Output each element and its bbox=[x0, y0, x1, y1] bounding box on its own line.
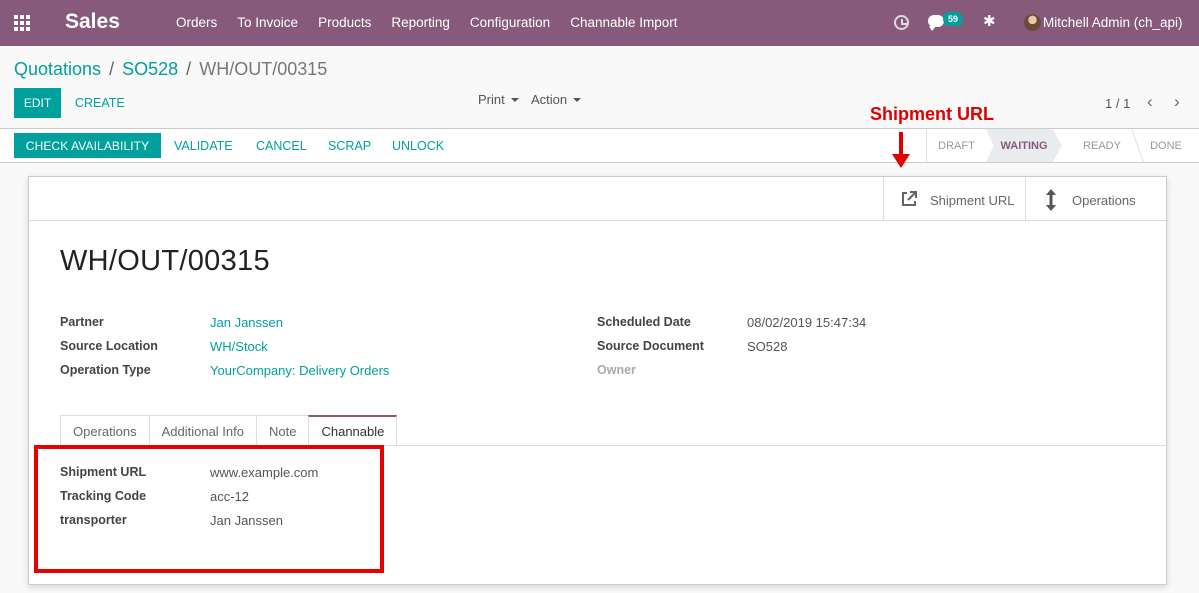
status-done[interactable]: DONE bbox=[1138, 129, 1194, 162]
pager-value: 1 / 1 bbox=[1105, 96, 1131, 111]
annotation-arrow-head bbox=[892, 154, 910, 168]
cancel-button[interactable]: CANCEL bbox=[256, 139, 307, 153]
action-dropdown[interactable]: Action bbox=[531, 92, 582, 107]
breadcrumb-separator: / bbox=[186, 59, 192, 79]
action-label: Action bbox=[531, 92, 568, 107]
avatar[interactable] bbox=[1024, 14, 1041, 31]
source-document-value: SO528 bbox=[747, 339, 788, 354]
user-menu[interactable]: Mitchell Admin (ch_api) bbox=[1043, 15, 1183, 30]
operation-type-label: Operation Type bbox=[60, 363, 151, 377]
tab-additional-info[interactable]: Additional Info bbox=[148, 415, 257, 446]
source-location-label: Source Location bbox=[60, 339, 158, 353]
breadcrumb-current: WH/OUT/00315 bbox=[199, 59, 328, 79]
pager-previous-icon[interactable]: ‹ bbox=[1147, 93, 1153, 110]
scheduled-date-value: 08/02/2019 15:47:34 bbox=[747, 315, 867, 330]
menu-item-channable-import[interactable]: Channable Import bbox=[560, 0, 687, 46]
tab-operations[interactable]: Operations bbox=[60, 415, 150, 446]
create-button[interactable]: CREATE bbox=[75, 96, 125, 110]
caret-down-icon bbox=[573, 98, 582, 102]
edit-button[interactable]: EDIT bbox=[14, 88, 61, 118]
menu-item-to-invoice[interactable]: To Invoice bbox=[227, 0, 308, 46]
app-name: Sales bbox=[65, 10, 120, 33]
tab-note[interactable]: Note bbox=[256, 415, 310, 446]
notebook-tabs: Operations Additional Info Note Channabl… bbox=[60, 415, 398, 446]
operations-label: Operations bbox=[1072, 193, 1136, 208]
partner-label: Partner bbox=[60, 315, 104, 329]
apps-menu-icon[interactable] bbox=[14, 15, 31, 31]
pager-next-icon[interactable]: › bbox=[1174, 93, 1180, 110]
annotation-arrow bbox=[899, 132, 903, 156]
status-draft[interactable]: DRAFT bbox=[926, 129, 986, 162]
status-waiting: WAITING bbox=[986, 129, 1062, 162]
partner-value[interactable]: Jan Janssen bbox=[210, 315, 283, 330]
menu-item-reporting[interactable]: Reporting bbox=[381, 0, 460, 46]
shipment-url-button[interactable]: Shipment URL bbox=[883, 177, 1026, 220]
breadcrumb: Quotations / SO528 / WH/OUT/00315 bbox=[14, 59, 327, 80]
source-location-value[interactable]: WH/Stock bbox=[210, 339, 268, 354]
smart-button-box: Shipment URL Operations bbox=[29, 177, 1166, 221]
print-label: Print bbox=[478, 92, 505, 107]
annotation-label: Shipment URL bbox=[870, 104, 994, 124]
tab-channable[interactable]: Channable bbox=[308, 415, 398, 446]
print-dropdown[interactable]: Print bbox=[478, 92, 519, 107]
shipment-url-label: Shipment URL bbox=[930, 193, 1015, 208]
source-document-label: Source Document bbox=[597, 339, 704, 353]
messages-count-badge: 59 bbox=[943, 12, 964, 26]
scheduled-date-label: Scheduled Date bbox=[597, 315, 691, 329]
check-availability-button[interactable]: CHECK AVAILABILITY bbox=[14, 133, 161, 158]
messages-icon[interactable] bbox=[928, 15, 944, 31]
breadcrumb-so[interactable]: SO528 bbox=[122, 59, 178, 79]
menu-item-products[interactable]: Products bbox=[308, 0, 381, 46]
menu-item-configuration[interactable]: Configuration bbox=[460, 0, 560, 46]
debug-bug-icon[interactable]: ✱ bbox=[983, 13, 996, 31]
scrap-button[interactable]: SCRAP bbox=[328, 139, 371, 153]
operation-type-value[interactable]: YourCompany: Delivery Orders bbox=[210, 363, 389, 378]
record-title: WH/OUT/00315 bbox=[60, 245, 270, 277]
arrows-v-icon bbox=[1046, 189, 1056, 211]
annotation-highlight-box bbox=[34, 445, 384, 573]
breadcrumb-separator: / bbox=[109, 59, 115, 79]
unlock-button[interactable]: UNLOCK bbox=[392, 139, 444, 153]
external-link-icon bbox=[902, 191, 917, 206]
top-navbar: Sales Orders To Invoice Products Reporti… bbox=[0, 0, 1199, 46]
form-sheet: Shipment URL Operations WH/OUT/00315 Par… bbox=[28, 176, 1167, 585]
activity-clock-icon[interactable] bbox=[894, 15, 909, 30]
main-menu: Orders To Invoice Products Reporting Con… bbox=[166, 0, 688, 46]
owner-label: Owner bbox=[597, 363, 636, 377]
validate-button[interactable]: VALIDATE bbox=[174, 139, 233, 153]
operations-button[interactable]: Operations bbox=[1025, 177, 1167, 220]
caret-down-icon bbox=[510, 98, 519, 102]
menu-item-orders[interactable]: Orders bbox=[166, 0, 227, 46]
breadcrumb-quotations[interactable]: Quotations bbox=[14, 59, 101, 79]
